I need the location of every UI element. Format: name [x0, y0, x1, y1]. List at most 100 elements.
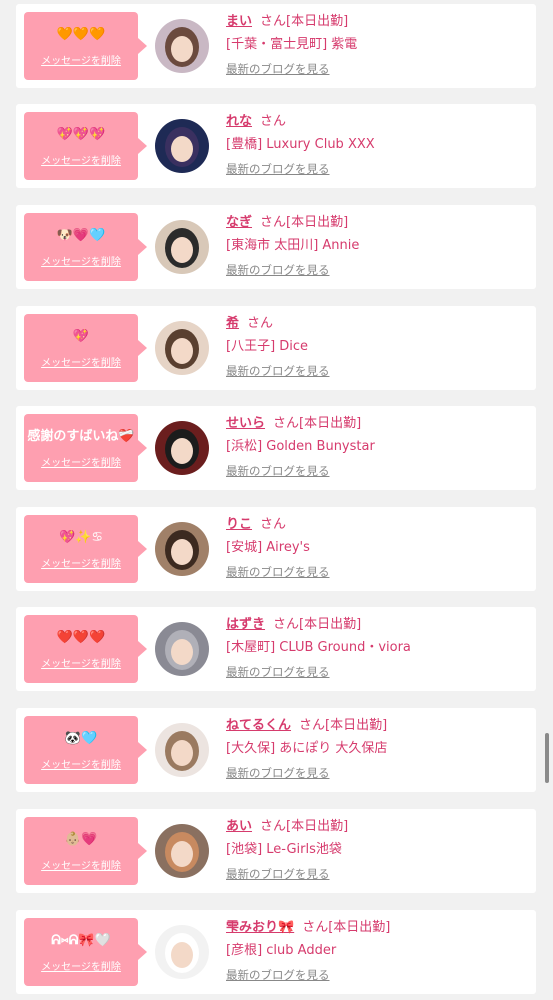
cast-name-link[interactable]: あい: [226, 819, 252, 834]
blog-link: 最新のブログを見る: [226, 968, 330, 982]
shop-info: [安城] Airey's: [226, 540, 310, 555]
name-line: りこ さん: [226, 513, 286, 532]
honorific: さん: [299, 718, 326, 733]
blog-link[interactable]: 最新のブログを見る: [226, 363, 330, 379]
name-line: れな さん: [226, 110, 286, 129]
blog-link[interactable]: 最新のブログを見る: [226, 161, 330, 177]
status-badge: [本日出勤]: [286, 14, 349, 29]
shop-info: [木屋町] CLUB Ground・viora: [226, 640, 411, 655]
message-text: 💖💖💖: [56, 127, 106, 142]
name-line: はずき さん[本日出勤]: [226, 613, 361, 632]
shop-info: [豊橋] Luxury Club XXX: [226, 137, 375, 152]
delete-message-link[interactable]: メッセージを削除: [24, 958, 138, 973]
shop-info: [浜松] Golden Bunystar: [226, 439, 375, 454]
avatar[interactable]: [155, 925, 209, 979]
name-line: 希さん: [226, 312, 273, 331]
honorific: さん: [260, 819, 287, 834]
delete-message-link[interactable]: メッセージを削除: [24, 253, 138, 268]
message-text: 感謝のすばいね❤️‍🩹: [27, 429, 135, 444]
cast-name-link[interactable]: まい: [226, 14, 252, 29]
delete-message-link[interactable]: メッセージを削除: [24, 354, 138, 369]
blog-link[interactable]: 最新のブログを見る: [226, 866, 330, 882]
message-bubble: 🧡🧡🧡 メッセージを削除: [24, 12, 147, 80]
shop-info: [大久保] あにぽり 大久保店: [226, 741, 388, 756]
cast-name-link[interactable]: りこ: [226, 517, 252, 532]
message-bubble: 👶🏼💗 メッセージを削除: [24, 817, 147, 885]
message-text: 🐼🩵: [64, 731, 98, 746]
blog-link[interactable]: 最新のブログを見る: [226, 463, 330, 479]
avatar[interactable]: [155, 19, 209, 73]
name-line: せいら さん[本日出勤]: [226, 412, 361, 431]
list-item: 💖 メッセージを削除 希さん [八王子] Dice 最新のブログを見る: [16, 306, 536, 390]
name-line: あい さん[本日出勤]: [226, 815, 348, 834]
message-text: 🧡🧡🧡: [56, 27, 106, 42]
message-bubble: 💖💖💖 メッセージを削除: [24, 112, 147, 180]
message-text: 💖: [72, 329, 90, 344]
shop-info: [彦根] club Adder: [226, 943, 337, 958]
blog-link[interactable]: 最新のブログを見る: [226, 262, 330, 278]
cast-name-link[interactable]: なぎ: [226, 215, 252, 230]
message-text: ᕱ⑅ᕱ🎀🤍: [51, 933, 111, 948]
shop-info: [東海市 太田川] Annie: [226, 238, 360, 253]
delete-message-link[interactable]: メッセージを削除: [24, 555, 138, 570]
blog-link[interactable]: 最新のブログを見る: [226, 765, 330, 781]
message-text: 🐶💗🩵: [56, 228, 106, 243]
cast-name-link[interactable]: 希: [226, 316, 239, 331]
status-badge: [本日出勤]: [328, 920, 391, 935]
list-item: ❤️❤️❤️ メッセージを削除 はずき さん[本日出勤] [木屋町] CLUB G…: [16, 607, 536, 691]
shop-info: [池袋] Le-Girls池袋: [226, 842, 342, 857]
status-badge: [本日出勤]: [286, 819, 349, 834]
avatar[interactable]: [155, 220, 209, 274]
message-text: 👶🏼💗: [64, 832, 98, 847]
honorific: さん: [260, 14, 287, 29]
list-item: 🐼🩵 メッセージを削除 ねてるくん さん[本日出勤] [大久保] あにぽり 大久保…: [16, 708, 536, 792]
honorific: さん: [247, 316, 274, 331]
list-item: 🐶💗🩵 メッセージを削除 なぎ さん[本日出勤] [東海市 太田川] Annie …: [16, 205, 536, 289]
list-item: 感謝のすばいね❤️‍🩹 メッセージを削除 せいら さん[本日出勤] [浜松] Go…: [16, 406, 536, 490]
avatar[interactable]: [155, 522, 209, 576]
honorific: さん: [273, 416, 300, 431]
avatar[interactable]: [155, 622, 209, 676]
message-text: 💖✨♋: [58, 530, 104, 545]
cast-name-link[interactable]: れな: [226, 114, 252, 129]
blog-link[interactable]: 最新のブログを見る: [226, 664, 330, 680]
delete-message-link[interactable]: メッセージを削除: [24, 655, 138, 670]
name-line: 雫みおり🎀 さん[本日出勤]: [226, 916, 390, 935]
honorific: さん: [260, 114, 287, 129]
message-bubble: 💖 メッセージを削除: [24, 314, 147, 382]
avatar[interactable]: [155, 824, 209, 878]
cast-name-link[interactable]: はずき: [226, 617, 265, 632]
avatar[interactable]: [155, 321, 209, 375]
blog-link[interactable]: 最新のブログを見る: [226, 61, 330, 77]
message-bubble: ❤️❤️❤️ メッセージを削除: [24, 615, 147, 683]
avatar[interactable]: [155, 723, 209, 777]
name-line: ねてるくん さん[本日出勤]: [226, 714, 387, 733]
avatar[interactable]: [155, 421, 209, 475]
message-bubble: 感謝のすばいね❤️‍🩹 メッセージを削除: [24, 414, 147, 482]
delete-message-link[interactable]: メッセージを削除: [24, 756, 138, 771]
message-bubble: 🐶💗🩵 メッセージを削除: [24, 213, 147, 281]
honorific: さん: [260, 517, 287, 532]
message-bubble: 🐼🩵 メッセージを削除: [24, 716, 147, 784]
honorific: さん: [260, 215, 287, 230]
cast-name-link[interactable]: せいら: [226, 416, 265, 431]
list-item: 💖💖💖 メッセージを削除 れな さん [豊橋] Luxury Club XXX 最…: [16, 104, 536, 188]
status-badge: [本日出勤]: [286, 215, 349, 230]
message-bubble: 💖✨♋ メッセージを削除: [24, 515, 147, 583]
avatar[interactable]: [155, 119, 209, 173]
message-bubble: ᕱ⑅ᕱ🎀🤍 メッセージを削除: [24, 918, 147, 986]
name-line: なぎ さん[本日出勤]: [226, 211, 348, 230]
delete-message-link[interactable]: メッセージを削除: [24, 454, 138, 469]
message-text: ❤️❤️❤️: [56, 630, 106, 645]
cast-name-link[interactable]: 雫みおり🎀: [226, 920, 294, 935]
blog-link[interactable]: 最新のブログを見る: [226, 564, 330, 580]
delete-message-link[interactable]: メッセージを削除: [24, 152, 138, 167]
cast-name-link[interactable]: ねてるくん: [226, 718, 291, 733]
scrollbar[interactable]: [545, 733, 549, 783]
delete-message-link[interactable]: メッセージを削除: [24, 857, 138, 872]
shop-info: [八王子] Dice: [226, 339, 309, 354]
honorific: さん: [273, 617, 300, 632]
status-badge: [本日出勤]: [299, 416, 362, 431]
delete-message-link[interactable]: メッセージを削除: [24, 52, 138, 67]
name-line: まい さん[本日出勤]: [226, 10, 348, 29]
